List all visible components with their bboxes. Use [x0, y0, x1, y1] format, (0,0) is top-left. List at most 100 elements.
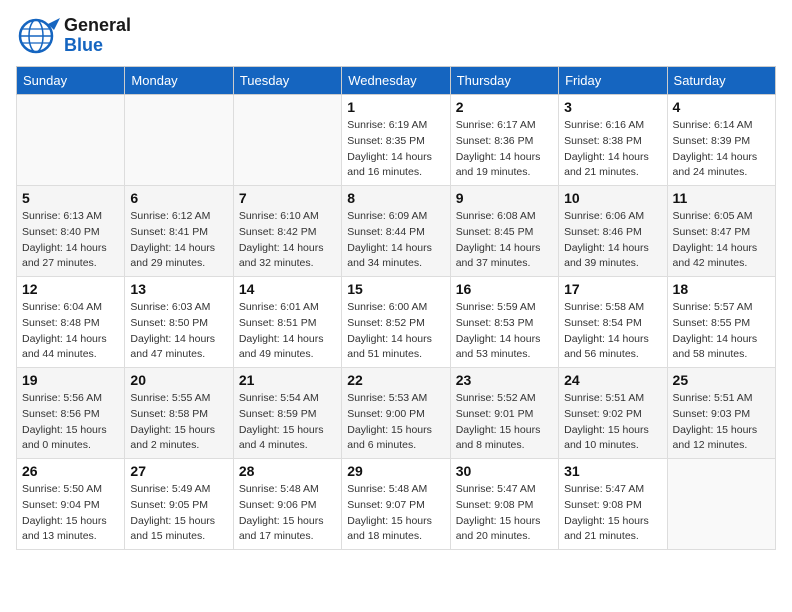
calendar-cell: 26 Sunrise: 5:50 AM Sunset: 9:04 PM Dayli… — [17, 459, 125, 550]
day-info: Sunrise: 6:12 AM Sunset: 8:41 PM Dayligh… — [130, 209, 227, 272]
weekday-header-saturday: Saturday — [667, 67, 775, 95]
day-info: Sunrise: 5:48 AM Sunset: 9:06 PM Dayligh… — [239, 482, 336, 545]
day-number: 11 — [673, 190, 770, 206]
day-info: Sunrise: 6:01 AM Sunset: 8:51 PM Dayligh… — [239, 300, 336, 363]
calendar-cell: 19 Sunrise: 5:56 AM Sunset: 8:56 PM Dayli… — [17, 368, 125, 459]
day-info: Sunrise: 5:53 AM Sunset: 9:00 PM Dayligh… — [347, 391, 444, 454]
weekday-header-tuesday: Tuesday — [233, 67, 341, 95]
calendar-cell: 17 Sunrise: 5:58 AM Sunset: 8:54 PM Dayli… — [559, 277, 667, 368]
day-info: Sunrise: 6:16 AM Sunset: 8:38 PM Dayligh… — [564, 118, 661, 181]
day-number: 21 — [239, 372, 336, 388]
day-info: Sunrise: 6:13 AM Sunset: 8:40 PM Dayligh… — [22, 209, 119, 272]
day-info: Sunrise: 5:59 AM Sunset: 8:53 PM Dayligh… — [456, 300, 553, 363]
weekday-header-sunday: Sunday — [17, 67, 125, 95]
calendar-cell: 14 Sunrise: 6:01 AM Sunset: 8:51 PM Dayli… — [233, 277, 341, 368]
day-number: 6 — [130, 190, 227, 206]
logo-text-general: General — [64, 16, 131, 36]
calendar-cell: 20 Sunrise: 5:55 AM Sunset: 8:58 PM Dayli… — [125, 368, 233, 459]
calendar-cell: 9Sunrise: 6:08 AM Sunset: 8:45 PM Daylig… — [450, 186, 558, 277]
calendar-cell: 27 Sunrise: 5:49 AM Sunset: 9:05 PM Dayli… — [125, 459, 233, 550]
day-number: 5 — [22, 190, 119, 206]
day-number: 28 — [239, 463, 336, 479]
calendar-cell: 24 Sunrise: 5:51 AM Sunset: 9:02 PM Dayli… — [559, 368, 667, 459]
calendar-cell: 10Sunrise: 6:06 AM Sunset: 8:46 PM Dayli… — [559, 186, 667, 277]
day-info: Sunrise: 5:47 AM Sunset: 9:08 PM Dayligh… — [456, 482, 553, 545]
day-number: 12 — [22, 281, 119, 297]
calendar-cell — [667, 459, 775, 550]
day-info: Sunrise: 5:58 AM Sunset: 8:54 PM Dayligh… — [564, 300, 661, 363]
page-header: General Blue — [16, 16, 776, 56]
logo: General Blue — [16, 16, 131, 56]
day-info: Sunrise: 5:55 AM Sunset: 8:58 PM Dayligh… — [130, 391, 227, 454]
day-number: 31 — [564, 463, 661, 479]
day-info: Sunrise: 6:09 AM Sunset: 8:44 PM Dayligh… — [347, 209, 444, 272]
day-info: Sunrise: 5:48 AM Sunset: 9:07 PM Dayligh… — [347, 482, 444, 545]
calendar-cell: 25 Sunrise: 5:51 AM Sunset: 9:03 PM Dayli… — [667, 368, 775, 459]
day-info: Sunrise: 6:19 AM Sunset: 8:35 PM Dayligh… — [347, 118, 444, 181]
calendar-cell: 29Sunrise: 5:48 AM Sunset: 9:07 PM Dayli… — [342, 459, 450, 550]
calendar-cell: 11 Sunrise: 6:05 AM Sunset: 8:47 PM Dayli… — [667, 186, 775, 277]
day-number: 20 — [130, 372, 227, 388]
day-info: Sunrise: 6:14 AM Sunset: 8:39 PM Dayligh… — [673, 118, 770, 181]
calendar-cell: 16 Sunrise: 5:59 AM Sunset: 8:53 PM Dayli… — [450, 277, 558, 368]
day-info: Sunrise: 5:56 AM Sunset: 8:56 PM Dayligh… — [22, 391, 119, 454]
day-number: 10 — [564, 190, 661, 206]
calendar-cell: 22Sunrise: 5:53 AM Sunset: 9:00 PM Dayli… — [342, 368, 450, 459]
day-number: 27 — [130, 463, 227, 479]
day-number: 18 — [673, 281, 770, 297]
day-number: 23 — [456, 372, 553, 388]
day-number: 19 — [22, 372, 119, 388]
calendar-cell: 28 Sunrise: 5:48 AM Sunset: 9:06 PM Dayli… — [233, 459, 341, 550]
calendar-cell: 21 Sunrise: 5:54 AM Sunset: 8:59 PM Dayli… — [233, 368, 341, 459]
day-info: Sunrise: 5:52 AM Sunset: 9:01 PM Dayligh… — [456, 391, 553, 454]
calendar-cell: 31 Sunrise: 5:47 AM Sunset: 9:08 PM Dayli… — [559, 459, 667, 550]
day-number: 3 — [564, 99, 661, 115]
day-number: 15 — [347, 281, 444, 297]
day-number: 7 — [239, 190, 336, 206]
calendar-cell: 2 Sunrise: 6:17 AM Sunset: 8:36 PM Daylig… — [450, 95, 558, 186]
week-row-4: 26 Sunrise: 5:50 AM Sunset: 9:04 PM Dayli… — [17, 459, 776, 550]
logo-text-blue: Blue — [64, 36, 131, 56]
weekday-header-thursday: Thursday — [450, 67, 558, 95]
day-number: 25 — [673, 372, 770, 388]
day-number: 1 — [347, 99, 444, 115]
calendar-cell: 6 Sunrise: 6:12 AM Sunset: 8:41 PM Daylig… — [125, 186, 233, 277]
calendar-cell: 5 Sunrise: 6:13 AM Sunset: 8:40 PM Daylig… — [17, 186, 125, 277]
calendar-cell: 23 Sunrise: 5:52 AM Sunset: 9:01 PM Dayli… — [450, 368, 558, 459]
day-info: Sunrise: 5:49 AM Sunset: 9:05 PM Dayligh… — [130, 482, 227, 545]
day-number: 24 — [564, 372, 661, 388]
day-number: 30 — [456, 463, 553, 479]
calendar-cell: 3 Sunrise: 6:16 AM Sunset: 8:38 PM Daylig… — [559, 95, 667, 186]
calendar-cell — [125, 95, 233, 186]
week-row-2: 12Sunrise: 6:04 AM Sunset: 8:48 PM Dayli… — [17, 277, 776, 368]
day-info: Sunrise: 5:50 AM Sunset: 9:04 PM Dayligh… — [22, 482, 119, 545]
day-number: 26 — [22, 463, 119, 479]
calendar-cell: 12Sunrise: 6:04 AM Sunset: 8:48 PM Dayli… — [17, 277, 125, 368]
weekday-header-wednesday: Wednesday — [342, 67, 450, 95]
week-row-1: 5 Sunrise: 6:13 AM Sunset: 8:40 PM Daylig… — [17, 186, 776, 277]
day-info: Sunrise: 6:17 AM Sunset: 8:36 PM Dayligh… — [456, 118, 553, 181]
day-info: Sunrise: 6:03 AM Sunset: 8:50 PM Dayligh… — [130, 300, 227, 363]
day-number: 16 — [456, 281, 553, 297]
day-info: Sunrise: 6:05 AM Sunset: 8:47 PM Dayligh… — [673, 209, 770, 272]
day-info: Sunrise: 5:54 AM Sunset: 8:59 PM Dayligh… — [239, 391, 336, 454]
day-info: Sunrise: 6:00 AM Sunset: 8:52 PM Dayligh… — [347, 300, 444, 363]
calendar-cell: 4Sunrise: 6:14 AM Sunset: 8:39 PM Daylig… — [667, 95, 775, 186]
calendar-cell: 8 Sunrise: 6:09 AM Sunset: 8:44 PM Daylig… — [342, 186, 450, 277]
calendar-cell: 13Sunrise: 6:03 AM Sunset: 8:50 PM Dayli… — [125, 277, 233, 368]
weekday-header-row: SundayMondayTuesdayWednesdayThursdayFrid… — [17, 67, 776, 95]
calendar: SundayMondayTuesdayWednesdayThursdayFrid… — [16, 66, 776, 550]
week-row-0: 1 Sunrise: 6:19 AM Sunset: 8:35 PM Daylig… — [17, 95, 776, 186]
day-number: 8 — [347, 190, 444, 206]
day-info: Sunrise: 6:08 AM Sunset: 8:45 PM Dayligh… — [456, 209, 553, 272]
day-info: Sunrise: 5:47 AM Sunset: 9:08 PM Dayligh… — [564, 482, 661, 545]
calendar-cell: 15 Sunrise: 6:00 AM Sunset: 8:52 PM Dayli… — [342, 277, 450, 368]
day-info: Sunrise: 5:51 AM Sunset: 9:03 PM Dayligh… — [673, 391, 770, 454]
day-number: 17 — [564, 281, 661, 297]
day-number: 14 — [239, 281, 336, 297]
calendar-cell — [17, 95, 125, 186]
calendar-cell: 1 Sunrise: 6:19 AM Sunset: 8:35 PM Daylig… — [342, 95, 450, 186]
day-info: Sunrise: 5:51 AM Sunset: 9:02 PM Dayligh… — [564, 391, 661, 454]
calendar-cell: 18Sunrise: 5:57 AM Sunset: 8:55 PM Dayli… — [667, 277, 775, 368]
day-number: 2 — [456, 99, 553, 115]
